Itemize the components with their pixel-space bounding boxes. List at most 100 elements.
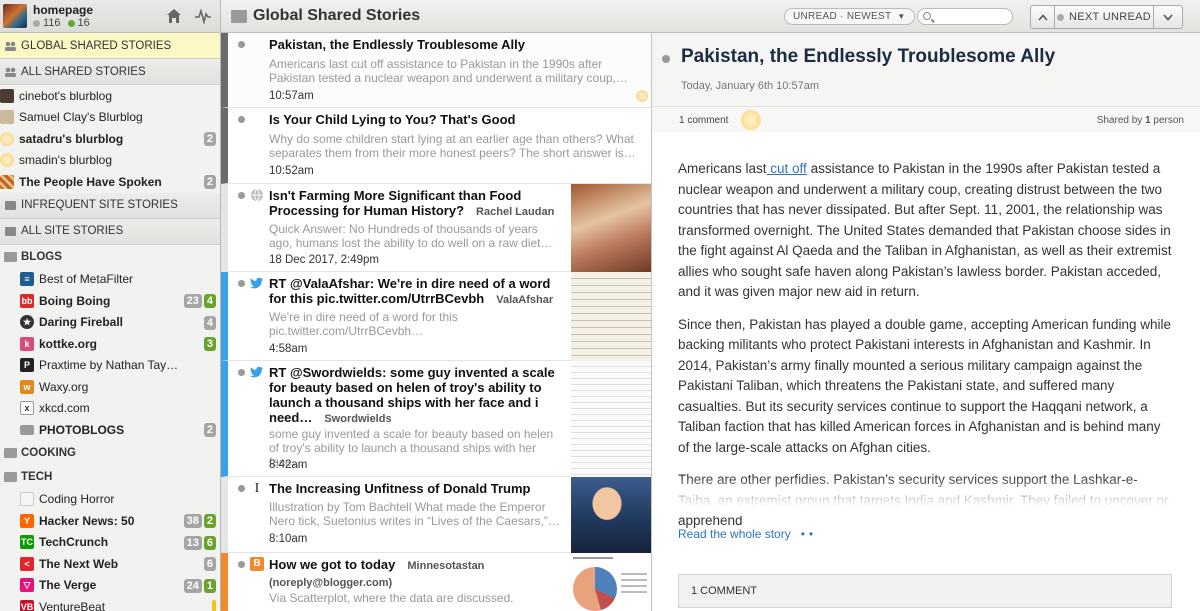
feed-cinebot-blurblog[interactable]: cinebot's blurblog	[0, 85, 220, 107]
story-item[interactable]: RT @Swordwields: some guy invented a sca…	[221, 361, 651, 477]
cut-off-link[interactable]: cut off	[767, 161, 807, 176]
folder-label: TECH	[21, 470, 53, 483]
twitter-icon	[250, 366, 263, 378]
folder-photoblogs[interactable]: PHOTOBLOGS 2	[0, 419, 220, 441]
feed-boing-boing[interactable]: bb Boing Boing 23 4	[0, 290, 220, 312]
username[interactable]: homepage	[33, 3, 93, 17]
next-unread-button[interactable]: NEXT UNREAD	[1055, 6, 1154, 28]
story-header: Pakistan, the Endlessly Troublesome Ally…	[652, 33, 1200, 132]
feed-the-verge[interactable]: ▽ The Verge 24 1	[0, 575, 220, 597]
comments-bar: 1 comment Shared by 1 person	[652, 106, 1200, 132]
unread-dot-icon[interactable]	[662, 55, 670, 63]
story-title: Is Your Child Lying to You? That's Good	[269, 112, 516, 127]
feed-counts: 38 2	[183, 514, 216, 528]
folder-all-shared-stories[interactable]: ALL SHARED STORIES	[0, 59, 220, 85]
feed-counts: 2	[203, 175, 216, 189]
story-item[interactable]: Is Your Child Lying to You? That's Good …	[221, 108, 651, 184]
story-thumbnail	[571, 553, 651, 611]
folder-infrequent-site-stories[interactable]: INFREQUENT SITE STORIES	[0, 192, 220, 219]
story-title: RT @Swordwields: some guy invented a sca…	[269, 365, 564, 427]
view-order-select[interactable]: UNREAD · NEWEST ▼	[784, 8, 915, 25]
chevron-down-icon: ▼	[897, 12, 906, 21]
unread-count-badge: 2	[203, 423, 216, 437]
feed-title: The Verge	[39, 578, 97, 593]
unread-count-badge: 4	[203, 315, 216, 330]
commenter-avatar[interactable]	[741, 110, 761, 130]
feed-waxy[interactable]: w Waxy.org	[0, 376, 220, 398]
unread-dot-icon	[238, 192, 245, 199]
metafilter-icon: ≡	[20, 272, 34, 287]
story-item[interactable]: I The Increasing Unfitness of Donald Tru…	[221, 477, 651, 553]
read-whole-label: Read the whole story	[678, 527, 791, 541]
folder-tech[interactable]: TECH	[0, 465, 220, 489]
story-snippet: Via Scatterplot, where the data are disc…	[269, 591, 514, 605]
the-next-web-icon: <	[20, 556, 34, 571]
feed-coding-horror[interactable]: Coding Horror	[0, 489, 220, 511]
feed-xkcd[interactable]: x xkcd.com	[0, 398, 220, 420]
shared-by: Shared by 1 person	[1097, 115, 1184, 126]
chevron-up-icon	[1037, 13, 1048, 21]
feed-praxtime[interactable]: P Praxtime by Nathan Tay…	[0, 355, 220, 377]
feed-title: satadru's blurblog	[19, 131, 124, 146]
story-snippet: Quick Answer: No Hundreds of thousands o…	[269, 222, 553, 250]
previous-story-button[interactable]	[1031, 6, 1055, 28]
feed-counts: 3	[203, 337, 216, 351]
story-item[interactable]: RT @ValaAfshar: We're in dire need of a …	[221, 272, 651, 361]
story-navigation: NEXT UNREAD	[1030, 5, 1183, 29]
story-title[interactable]: Pakistan, the Endlessly Troublesome Ally	[681, 46, 1055, 68]
folder-blogs[interactable]: BLOGS	[0, 245, 220, 269]
feed-kottke[interactable]: k kottke.org 3	[0, 333, 220, 355]
feed-the-people-have-spoken[interactable]: The People Have Spoken 2	[0, 171, 220, 193]
unread-count-badge: 2	[203, 175, 216, 189]
story-item[interactable]: Isn't Farming More Significant than Food…	[221, 184, 651, 272]
feed-smadin-blurblog[interactable]: smadin's blurblog	[0, 150, 220, 172]
story-list: Pakistan, the Endlessly Troublesome Ally…	[221, 33, 652, 611]
new-count-badge: 1	[203, 578, 216, 593]
folder-icon	[20, 424, 34, 435]
feed-counts	[212, 600, 216, 611]
unread-count-badge: 24	[183, 578, 202, 593]
story-item[interactable]: B How we got to today Minnesotastan (nore…	[221, 553, 651, 611]
hacker-news-icon: Y	[20, 513, 34, 528]
feed-title: Waxy.org	[39, 379, 89, 394]
read-whole-story-link[interactable]: Read the whole story ••	[678, 527, 817, 541]
feed-venturebeat[interactable]: VB VentureBeat	[0, 596, 220, 611]
feed-satadru-blurblog[interactable]: satadru's blurblog 2	[0, 128, 220, 150]
feed-title: Praxtime by Nathan Tay…	[39, 358, 179, 373]
feed-title: smadin's blurblog	[19, 153, 113, 168]
story-snippet: some guy invented a scale for beauty bas…	[269, 427, 554, 469]
story-item[interactable]: Pakistan, the Endlessly Troublesome Ally…	[221, 33, 651, 108]
comment-count[interactable]: 1 comment	[679, 115, 728, 126]
feed-counts: 23 4	[183, 294, 216, 308]
feed-samuel-clay-blurblog[interactable]: Samuel Clay's Blurblog	[0, 107, 220, 129]
folder-cooking[interactable]: COOKING	[0, 441, 220, 465]
story-author: ValaAfshar	[496, 294, 554, 306]
feed-the-next-web[interactable]: < The Next Web 6	[0, 553, 220, 575]
avatar[interactable]	[3, 4, 27, 28]
feed-daring-fireball[interactable]: ★ Daring Fireball 4	[0, 312, 220, 334]
feed-best-of-metafilter[interactable]: ≡ Best of MetaFilter	[0, 269, 220, 291]
feed-hacker-news[interactable]: Y Hacker News: 50 38 2	[0, 510, 220, 532]
ellipsis-icon: ••	[800, 527, 818, 541]
story-title-text: RT @Swordwields: some guy invented a sca…	[269, 365, 555, 425]
next-story-button[interactable]	[1154, 6, 1182, 28]
folder-global-shared-stories[interactable]: GLOBAL SHARED STORIES	[0, 33, 220, 59]
story-snippet: Why do some children start lying at an e…	[269, 132, 636, 160]
unread-count-badge: 6	[203, 557, 216, 571]
folder-icon	[4, 471, 17, 482]
satadru-avatar-icon	[0, 131, 14, 146]
story-thumbnail	[571, 184, 651, 272]
global-icon	[5, 41, 16, 51]
activity-icon[interactable]	[194, 8, 212, 24]
story-snippet: Americans last cut off assistance to Pak…	[269, 57, 628, 85]
kottke-icon: k	[20, 336, 34, 351]
shared-by-avatar-icon	[636, 90, 648, 102]
next-unread-label: NEXT UNREAD	[1069, 11, 1151, 23]
search-input[interactable]	[917, 8, 1013, 25]
home-icon[interactable]	[166, 8, 182, 24]
story-title: RT @ValaAfshar: We're in dire need of a …	[269, 276, 564, 308]
feed-techcrunch[interactable]: TC TechCrunch 13 6	[0, 532, 220, 554]
folder-all-site-stories[interactable]: ALL SITE STORIES	[0, 218, 220, 245]
story-title-text: How we got to today	[269, 557, 396, 572]
story-date: 8:10am	[269, 533, 308, 545]
